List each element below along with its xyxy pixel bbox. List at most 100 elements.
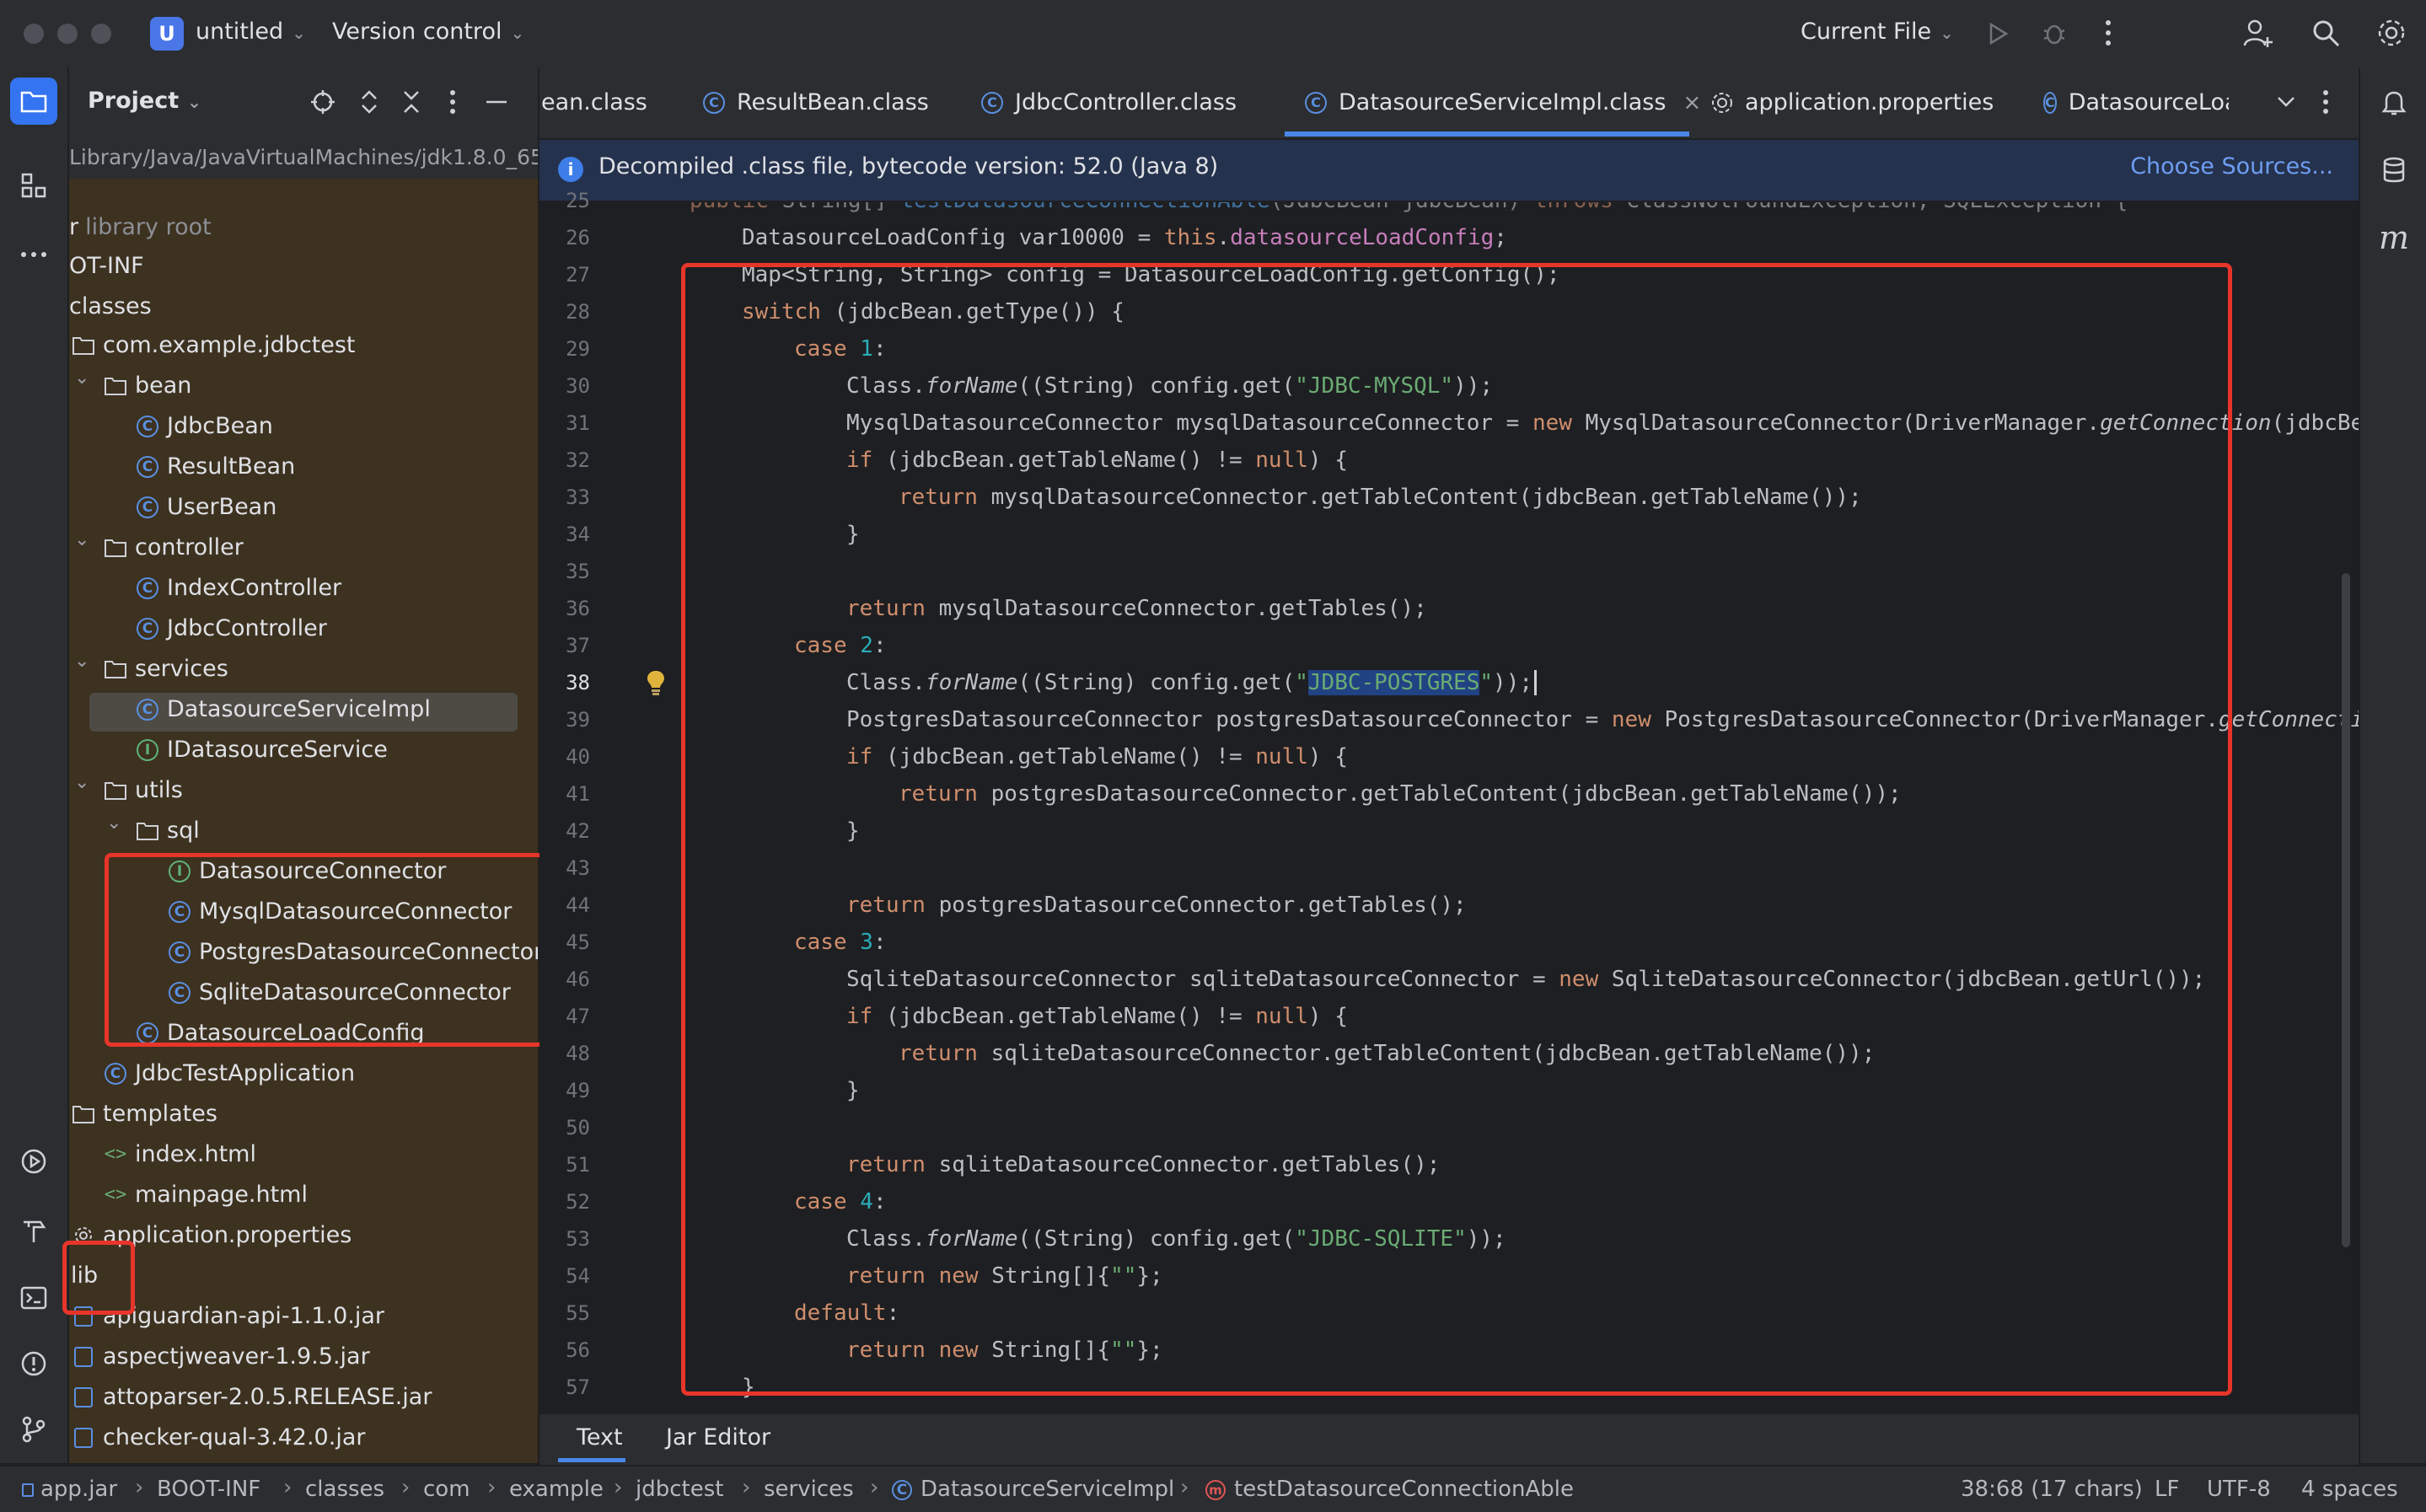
tree-item-jar[interactable]: attoparser-2.0.5.RELEASE.jar [71,1377,432,1418]
services-icon[interactable] [10,1138,57,1185]
breadcrumb-com[interactable]: com [423,1477,470,1502]
chevron-down-icon[interactable]: ⌄ [74,772,89,793]
git-branch-icon[interactable] [10,1406,57,1453]
chevron-down-icon[interactable]: ⌄ [74,529,89,550]
breadcrumb-boot-inf[interactable]: BOOT-INF [157,1477,260,1502]
panel-options-icon[interactable] [448,89,457,115]
tab-text[interactable]: Text [577,1424,623,1450]
decompiled-banner: i Decompiled .class file, bytecode versi… [539,140,2359,202]
tree-item-sql[interactable]: sql [135,811,200,851]
intention-lightbulb-icon[interactable] [646,669,666,696]
tree-item-boot-inf[interactable]: OT-INF [69,246,144,287]
tree-item-com-example-jdbctest[interactable]: com.example.jdbctest [71,325,356,366]
tree-item-utils[interactable]: utils [103,770,183,811]
notifications-bell-icon[interactable] [2370,79,2418,126]
collapse-all-icon[interactable] [401,89,421,115]
tree-item-datasourceserviceimpl[interactable]: C DatasourceServiceImpl [135,689,431,730]
tree-item-jdbccontroller[interactable]: C JdbcController [135,609,327,649]
hide-panel-icon[interactable] [486,99,507,105]
tree-item-services[interactable]: services [103,649,228,689]
line-number: 39 [566,708,590,732]
choose-sources-link[interactable]: Choose Sources... [2130,153,2333,180]
tree-item-idatasourceservice[interactable]: I IDatasourceService [135,730,388,770]
tree-item-label: DatasourceServiceImpl [167,696,431,722]
maven-icon[interactable]: m [2370,214,2418,261]
folder-icon [103,535,128,560]
tab-datasourceload[interactable]: C DatasourceLoad [2043,67,2229,138]
class-icon: C [137,456,158,478]
indent-setting[interactable]: 4 spaces [2301,1477,2398,1502]
breadcrumb-method[interactable]: m testDatasourceConnectionAble [1205,1477,1574,1502]
run-icon[interactable] [1986,22,2010,46]
run-config-selector[interactable]: Current File ⌄ [1801,19,1954,45]
tab-application-properties[interactable]: application.properties [1711,67,1994,138]
database-icon[interactable] [2370,147,2418,194]
breadcrumb-separator-icon: › [283,1475,293,1500]
file-encoding[interactable]: UTF-8 [2207,1477,2271,1502]
tree-item-label: JdbcBean [167,413,273,439]
version-control-menu[interactable]: Version control ⌄ [332,19,524,45]
problems-icon[interactable] [10,1340,57,1387]
breadcrumb-jdbctest[interactable]: jdbctest [636,1477,723,1502]
maximize-window-button[interactable] [91,24,111,44]
tree-item-jar[interactable]: checker-qual-3.42.0.jar [71,1418,365,1458]
chevron-down-icon[interactable]: ⌄ [74,367,89,389]
tab-bean-class[interactable]: ean.class [541,67,647,138]
tree-item-jdbcbean[interactable]: C JdbcBean [135,406,273,447]
tab-resultbean-class[interactable]: C ResultBean.class [703,67,929,138]
close-tab-icon[interactable]: × [1683,67,1701,138]
banner-message: Decompiled .class file, bytecode version… [598,153,1219,180]
tree-item-bean[interactable]: bean [103,366,191,406]
project-folder-icon[interactable] [10,78,57,125]
project-switcher[interactable]: untitled ⌄ [196,19,306,45]
line-number: 33 [566,485,590,509]
tab-options-icon[interactable] [2321,89,2330,115]
tab-jar-editor[interactable]: Jar Editor [666,1424,770,1450]
tree-item-controller[interactable]: controller [103,528,244,568]
breadcrumb-datasourceserviceimpl[interactable]: C DatasourceServiceImpl [892,1477,1174,1502]
project-badge[interactable]: U [150,17,184,51]
caret-position[interactable]: 38:68 (17 chars) [1961,1477,2143,1502]
tab-label: JdbcController.class [1015,89,1237,115]
settings-gear-icon[interactable] [2375,17,2407,49]
tree-item-index-html[interactable]: <> index.html [103,1134,256,1175]
chevron-down-icon: ⌄ [510,22,525,43]
tree-item-classes[interactable]: classes [69,287,152,327]
expand-all-icon[interactable] [359,89,379,115]
tree-item-resultbean[interactable]: C ResultBean [135,447,295,487]
add-user-icon[interactable] [2242,17,2274,49]
build-hammer-icon[interactable] [10,1207,57,1254]
structure-icon[interactable] [10,162,57,209]
close-window-button[interactable] [24,24,44,44]
breadcrumb-example[interactable]: example [509,1477,604,1502]
breadcrumb-classes[interactable]: classes [305,1477,384,1502]
locate-file-icon[interactable] [310,89,335,115]
breadcrumb-app-jar[interactable]: app.jar [22,1477,117,1502]
tab-list-chevron-down-icon[interactable] [2276,91,2296,111]
tree-item-templates[interactable]: templates [71,1094,217,1134]
minimize-window-button[interactable] [57,24,78,44]
active-tab-indicator [1285,131,1689,137]
tree-item-library-root[interactable]: r library root [69,207,212,248]
tree-item-jar[interactable]: aspectjweaver-1.9.5.jar [71,1337,370,1377]
chevron-down-icon[interactable]: ⌄ [74,651,89,672]
debug-icon[interactable] [2042,20,2067,46]
line-number: 46 [566,968,590,991]
tree-item-jdbctestapplication[interactable]: C JdbcTestApplication [103,1054,355,1094]
breadcrumb-services[interactable]: services [764,1477,854,1502]
tree-item-userbean[interactable]: C UserBean [135,487,276,528]
more-options-icon[interactable] [2102,19,2114,47]
tree-item-mainpage-html[interactable]: <> mainpage.html [103,1175,308,1215]
terminal-icon[interactable] [10,1274,57,1322]
search-icon[interactable] [2311,19,2340,47]
tree-item-label: bean [135,373,192,399]
more-tools-icon[interactable] [10,231,57,278]
tree-item-indexcontroller[interactable]: C IndexController [135,568,341,609]
editor-vertical-scrollbar[interactable] [2342,573,2350,1247]
project-view-selector[interactable]: Project ⌄ [88,88,201,114]
tab-datasourceserviceimpl-class[interactable]: C DatasourceServiceImpl.class × [1305,67,1701,138]
chevron-down-icon: ⌄ [292,22,306,43]
chevron-down-icon[interactable]: ⌄ [106,812,121,834]
tab-jdbccontroller-class[interactable]: C JdbcController.class [981,67,1237,138]
line-ending[interactable]: LF [2155,1477,2179,1502]
